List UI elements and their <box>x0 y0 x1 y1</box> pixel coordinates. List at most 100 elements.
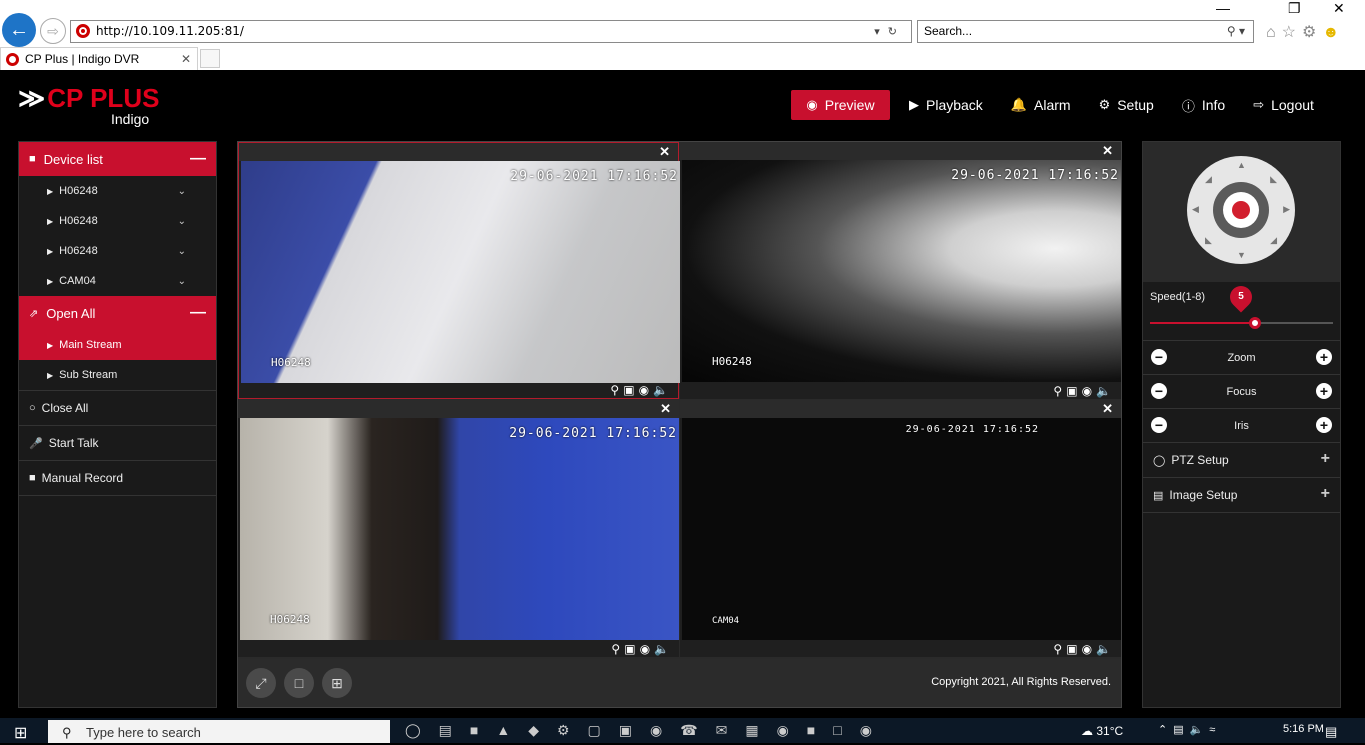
snapshot-icon[interactable]: ◉ <box>640 642 654 656</box>
zoom-icon[interactable]: ⚲ <box>611 642 624 656</box>
nav-logout-label: Logout <box>1271 97 1314 113</box>
close-icon[interactable]: ✕ <box>1102 143 1113 159</box>
audio-icon[interactable]: 🔈 <box>1096 642 1115 656</box>
forward-button[interactable]: ⇨ <box>40 18 66 44</box>
nav-logout[interactable]: ⇨ Logout <box>1239 90 1328 120</box>
collapse-icon[interactable]: — <box>190 304 206 322</box>
device-item[interactable]: ▶ H06248 ⌄ <box>19 176 216 206</box>
zoom-icon[interactable]: ⚲ <box>610 383 623 397</box>
arrow-left-icon[interactable]: ◀ <box>1192 204 1199 215</box>
notification-icon[interactable]: ▤ <box>1325 724 1337 740</box>
arrow-up-left-icon[interactable]: ◢ <box>1205 174 1212 185</box>
ptz-direction-ring[interactable]: ▲ ▼ ◀ ▶ ◢ ◣ ◣ ◢ <box>1187 156 1295 264</box>
device-item[interactable]: ▶ CAM04 ⌄ <box>19 266 216 296</box>
fullscreen-icon[interactable]: ⤢ <box>246 668 276 698</box>
snapshot-icon[interactable]: ◉ <box>639 383 653 397</box>
arrow-down-left-icon[interactable]: ◣ <box>1205 235 1212 246</box>
record-icon[interactable]: ▣ <box>624 642 639 656</box>
arrow-down-right-icon[interactable]: ◢ <box>1270 235 1277 246</box>
manual-record-button[interactable]: ■ Manual Record <box>19 460 216 495</box>
new-tab-button[interactable] <box>200 49 220 68</box>
weather-widget[interactable]: ☁ 31°C <box>1081 724 1123 738</box>
speed-label: Speed(1-8) <box>1150 291 1206 303</box>
taskbar-search-input[interactable]: ⚲ Type here to search <box>48 720 390 743</box>
chevron-down-icon[interactable]: ⌄ <box>178 216 186 227</box>
ptz-setup-header[interactable]: ◯ PTZ Setup + <box>1143 443 1340 478</box>
clock[interactable]: 5:16 PM <box>1283 723 1324 735</box>
video-cell[interactable]: ✕ 29-06-2021 17:16:52 H06248 ⚲▣◉🔈 <box>238 400 679 657</box>
nav-preview[interactable]: ◉ Preview <box>791 90 890 120</box>
arrow-right-icon[interactable]: ▶ <box>1283 204 1290 215</box>
device-list-header[interactable]: ■ Device list — <box>19 142 216 176</box>
speed-value-bubble: 5 <box>1225 281 1257 313</box>
open-all-header[interactable]: ⇗ Open All — <box>19 296 216 330</box>
main-stream-option[interactable]: ▶ Main Stream <box>19 330 216 360</box>
zoom-minus-icon[interactable]: − <box>1151 349 1167 365</box>
audio-icon[interactable]: 🔈 <box>653 383 672 397</box>
system-tray-icons[interactable]: ⌃▤🔈≈ <box>1158 723 1221 736</box>
address-controls-icon[interactable]: ▾↻ <box>874 21 905 42</box>
single-view-icon[interactable]: □ <box>284 668 314 698</box>
record-icon[interactable]: ▣ <box>1066 384 1081 398</box>
tab-close-icon[interactable]: ✕ <box>181 48 191 70</box>
device-item[interactable]: ▶ H06248 ⌄ <box>19 206 216 236</box>
windows-start-icon[interactable]: ⊞ <box>14 723 27 743</box>
arrow-up-icon[interactable]: ▲ <box>1237 160 1246 170</box>
address-bar[interactable]: http://10.109.11.205:81/ ▾↻ <box>70 20 912 43</box>
ptz-center-button[interactable] <box>1232 201 1250 219</box>
video-cell[interactable]: ✕ 29-06-2021 17:16:52 H06248 ⚲▣◉🔈 <box>238 142 680 399</box>
nav-alarm[interactable]: 🔔 Alarm <box>997 90 1085 120</box>
record-icon[interactable]: ▣ <box>1066 642 1081 656</box>
focus-plus-icon[interactable]: + <box>1316 383 1332 399</box>
video-feed[interactable]: 29-06-2021 17:16:52 CAM04 <box>682 418 1121 640</box>
nav-playback[interactable]: ▶ Playback <box>895 90 997 120</box>
close-all-button[interactable]: ○ Close All <box>19 390 216 425</box>
arrow-down-icon[interactable]: ▼ <box>1237 250 1246 260</box>
chevron-down-icon[interactable]: ⌄ <box>178 276 186 287</box>
chevron-down-icon[interactable]: ⌄ <box>178 246 186 257</box>
speed-slider[interactable] <box>1150 317 1333 329</box>
focus-minus-icon[interactable]: − <box>1151 383 1167 399</box>
tab-cp-plus[interactable]: CP Plus | Indigo DVR ✕ <box>0 47 198 70</box>
browser-tools-icons[interactable]: ⌂☆⚙☻ <box>1266 22 1345 42</box>
audio-icon[interactable]: 🔈 <box>654 642 673 656</box>
cell-tools: ⚲▣◉🔈 <box>610 383 672 397</box>
back-button[interactable]: ← <box>2 13 36 47</box>
zoom-icon[interactable]: ⚲ <box>1053 642 1066 656</box>
video-feed[interactable]: 29-06-2021 17:16:52 H06248 <box>241 161 680 383</box>
video-cell[interactable]: ✕ 29-06-2021 17:16:52 CAM04 ⚲▣◉🔈 <box>680 400 1121 657</box>
taskbar-app-icons[interactable]: ◯▤■▲◆⚙▢▣◉☎✉▦◉■□◉ <box>405 722 890 739</box>
sub-stream-option[interactable]: ▶ Sub Stream <box>19 360 216 390</box>
browser-search-input[interactable]: Search... ⚲ ▾ <box>917 20 1254 43</box>
close-icon[interactable]: ✕ <box>660 401 671 417</box>
zoom-icon[interactable]: ⚲ <box>1053 384 1066 398</box>
zoom-plus-icon[interactable]: + <box>1316 349 1332 365</box>
expand-plus-icon[interactable]: + <box>1321 450 1330 468</box>
close-icon[interactable]: ✕ <box>659 144 670 160</box>
nav-setup[interactable]: ⚙ Setup <box>1085 90 1168 120</box>
minimize-icon[interactable]: — <box>1216 0 1230 16</box>
iris-plus-icon[interactable]: + <box>1316 417 1332 433</box>
arrow-up-right-icon[interactable]: ◣ <box>1270 174 1277 185</box>
expand-plus-icon[interactable]: + <box>1321 485 1330 503</box>
video-cell[interactable]: ✕ 29-06-2021 17:16:52 H06248 ⚲▣◉🔈 <box>680 142 1121 399</box>
collapse-icon[interactable]: — <box>190 150 206 168</box>
device-item[interactable]: ▶ H06248 ⌄ <box>19 236 216 266</box>
speed-slider-knob[interactable] <box>1249 317 1261 329</box>
snapshot-icon[interactable]: ◉ <box>1082 642 1096 656</box>
close-icon[interactable]: ✕ <box>1102 401 1113 417</box>
chevron-down-icon[interactable]: ⌄ <box>178 186 186 197</box>
video-feed[interactable]: 29-06-2021 17:16:52 H06248 <box>240 418 679 640</box>
quad-view-icon[interactable]: ⊞ <box>322 668 352 698</box>
video-feed[interactable]: 29-06-2021 17:16:52 H06248 <box>682 160 1121 382</box>
record-icon[interactable]: ▣ <box>623 383 638 397</box>
start-talk-button[interactable]: 🎤 Start Talk <box>19 425 216 460</box>
image-setup-header[interactable]: ▤ Image Setup + <box>1143 478 1340 513</box>
audio-icon[interactable]: 🔈 <box>1096 384 1115 398</box>
iris-minus-icon[interactable]: − <box>1151 417 1167 433</box>
restore-icon[interactable]: ❐ <box>1288 0 1301 17</box>
search-icon[interactable]: ⚲ ▾ <box>1227 21 1245 42</box>
snapshot-icon[interactable]: ◉ <box>1082 384 1096 398</box>
close-window-icon[interactable]: ✕ <box>1333 0 1345 17</box>
nav-info[interactable]: ⓘ Info <box>1168 90 1239 120</box>
